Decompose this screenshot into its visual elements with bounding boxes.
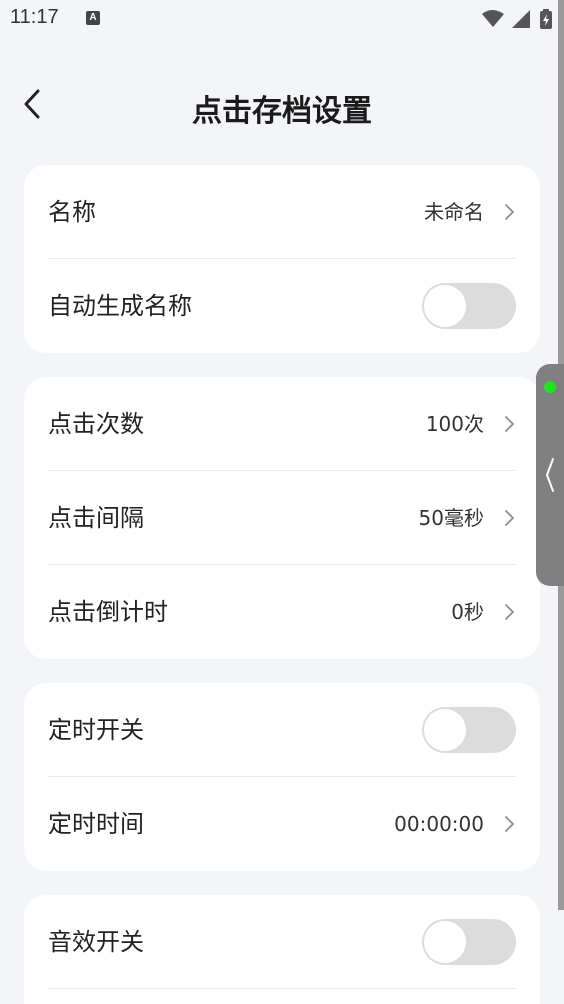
status-time: 11:17: [10, 6, 59, 28]
card-click: 点击次数 100次 点击间隔 50毫秒 点击倒计时 0秒: [24, 377, 540, 659]
row-click-countdown-value: 0秒: [451, 600, 484, 624]
row-name-label: 名称: [48, 198, 96, 226]
divider: [48, 988, 516, 989]
card-timer: 定时开关 定时时间 00:00:00: [24, 683, 540, 871]
row-click-interval-label: 点击间隔: [48, 504, 144, 532]
row-timer-switch-label: 定时开关: [48, 716, 144, 744]
notification-a-icon: A: [86, 11, 100, 25]
card-sound: 音效开关: [24, 895, 540, 1004]
row-timer-switch: 定时开关: [48, 683, 516, 777]
row-click-count-label: 点击次数: [48, 410, 144, 438]
toggle-knob: [424, 921, 466, 963]
chevron-right-icon: [505, 604, 514, 620]
toggle-knob: [424, 709, 466, 751]
status-bar: 11:17 A: [0, 0, 564, 38]
auto-name-toggle[interactable]: [422, 283, 516, 329]
page-title: 点击存档设置: [192, 94, 372, 129]
row-click-count-value: 100次: [425, 412, 484, 436]
chevron-right-icon: [505, 416, 514, 432]
row-timer-time[interactable]: 定时时间 00:00:00: [48, 777, 516, 871]
chevron-right-icon: [505, 204, 514, 220]
row-auto-name: 自动生成名称: [48, 259, 516, 353]
sound-toggle[interactable]: [422, 919, 516, 965]
row-timer-time-value: 00:00:00: [394, 812, 484, 836]
row-click-countdown-label: 点击倒计时: [48, 598, 168, 626]
signal-icon: [512, 10, 530, 28]
status-indicator-dot: [544, 381, 556, 393]
card-basic: 名称 未命名 自动生成名称: [24, 165, 540, 353]
row-name-value: 未命名: [424, 200, 484, 224]
battery-charging-icon: [540, 9, 552, 29]
row-click-interval-value: 50毫秒: [418, 506, 484, 530]
row-timer-time-label: 定时时间: [48, 810, 144, 838]
timer-toggle[interactable]: [422, 707, 516, 753]
chevron-right-icon: [505, 510, 514, 526]
chevron-right-icon: [505, 816, 514, 832]
header: 点击存档设置: [0, 70, 564, 140]
chevron-left-icon: [546, 458, 554, 492]
row-click-count[interactable]: 点击次数 100次: [48, 377, 516, 471]
row-auto-name-label: 自动生成名称: [48, 292, 192, 320]
row-click-countdown[interactable]: 点击倒计时 0秒: [48, 565, 516, 659]
wifi-icon: [482, 10, 504, 27]
status-icons: [482, 8, 554, 30]
toggle-knob: [424, 285, 466, 327]
row-sound-switch: 音效开关: [48, 895, 516, 989]
row-sound-switch-label: 音效开关: [48, 928, 144, 956]
row-click-interval[interactable]: 点击间隔 50毫秒: [48, 471, 516, 565]
row-name[interactable]: 名称 未命名: [48, 165, 516, 259]
